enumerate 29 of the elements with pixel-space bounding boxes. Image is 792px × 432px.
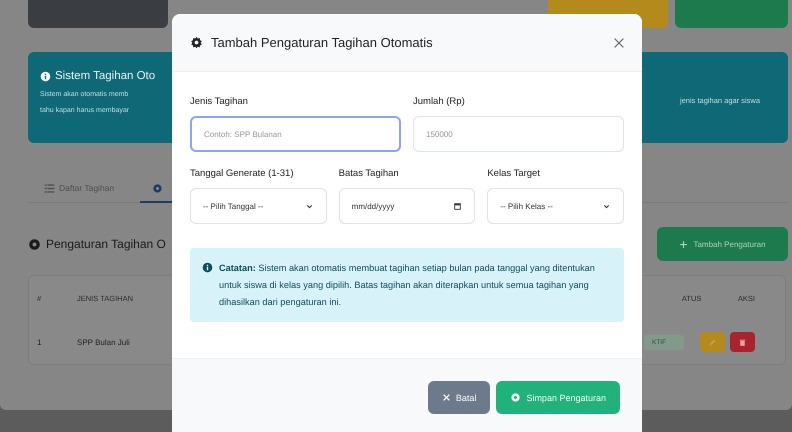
date-field[interactable]: mm/dd/yyyy [338,188,476,224]
dropdown[interactable]: -- Pilih Tanggal -- [190,188,327,224]
trash-icon [738,338,747,346]
alert-title: Sistem Tagihan Oto [55,70,156,82]
cancel-button[interactable]: Batal [428,381,490,414]
add-setting-button[interactable]: Tambah Pengaturan [657,227,788,261]
modal-title: Tambah Pengaturan Tagihan Otomatis [211,35,433,50]
tab[interactable]: Daftar Tagihan [40,175,118,203]
plus-icon [679,240,688,248]
section-title: Pengaturan Tagihan O [46,237,166,251]
table-cell-text: 1 [37,338,42,346]
list-icon [44,182,55,194]
field-label: Jenis Tagihan [190,96,249,107]
info-icon [40,70,51,82]
field-label: Batas Tagihan [338,168,400,179]
info-icon [202,262,213,273]
input-field[interactable]: Contoh: SPP Bulanan [190,116,401,152]
field-label: Kelas Target [487,168,541,179]
close-icon[interactable] [612,36,626,50]
table-cell: SPP Bulan Juli [77,338,130,346]
field-label: Jumlah (Rp) [413,96,466,107]
save-button[interactable]: Simpan Pengaturan [496,381,620,414]
delete-button[interactable] [730,332,755,352]
calendar-icon [453,202,462,210]
note-text: Catatan: Sistem akan otomatis membuat tagihan setiap bulan pada tanggal yang ditentukan untuk siswa di kelas yang dipilih. Batas tagihan akan diterapkan untuk semua tagihan yang dihasilkan dari pengaturan ini. [219,262,596,309]
field-label: Tanggal Generate (1-31) [190,168,295,179]
close-icon [442,393,451,402]
pencil-icon [708,338,717,346]
dropdown[interactable]: -- Pilih Kelas -- [487,188,624,224]
